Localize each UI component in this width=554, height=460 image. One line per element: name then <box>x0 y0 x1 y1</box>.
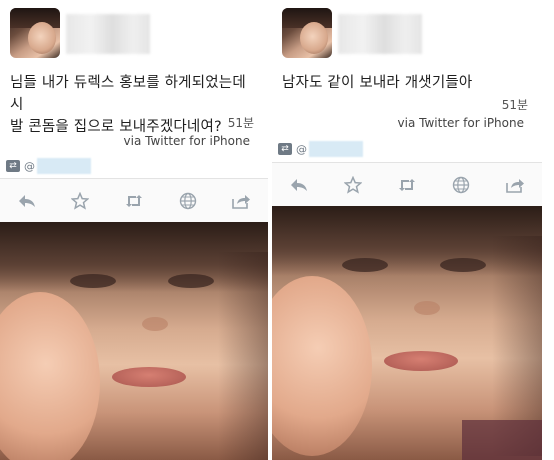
share-icon[interactable] <box>501 171 529 199</box>
photo-shadow <box>218 252 268 460</box>
avatar-face <box>300 22 328 54</box>
retweet-badge-icon: ⇄ <box>6 160 20 172</box>
photo-nose <box>142 317 168 331</box>
globe-icon[interactable] <box>174 187 202 215</box>
tweet-timestamp: 51분 <box>227 116 254 130</box>
reply-icon[interactable] <box>13 187 41 215</box>
avatar-face <box>28 22 56 54</box>
retweet-icon[interactable] <box>393 171 421 199</box>
tweet-panel-right: 남자도 같이 보내라 개샛기들아 51분 via Twitter for iPh… <box>272 0 542 460</box>
avatar[interactable] <box>10 8 60 58</box>
tweet-text-line-1: 님들 내가 듀렉스 홍보를 하게되었는데 시 <box>10 75 246 113</box>
share-icon[interactable] <box>227 187 255 215</box>
tweet-photo[interactable] <box>272 206 542 460</box>
retweet-info: ⇄ @ <box>6 157 91 175</box>
tweet-actions-bar <box>0 178 268 223</box>
tweet-text: 남자도 같이 보내라 개샛기들아 <box>282 72 532 94</box>
photo-eye-left <box>70 274 116 288</box>
photo-lips <box>112 367 186 387</box>
blurred-retweet-handle <box>309 141 363 157</box>
photo-eye-right <box>168 274 214 288</box>
tweet-text-line-1: 남자도 같이 보내라 개샛기들아 <box>282 75 473 91</box>
tweet-actions-bar <box>272 162 542 207</box>
tweet-photo[interactable] <box>0 222 268 460</box>
tweet-source[interactable]: via Twitter for iPhone <box>398 116 524 130</box>
blurred-retweet-handle <box>37 158 91 174</box>
tweet-text: 님들 내가 듀렉스 홍보를 하게되었는데 시 발 콘돔을 집으로 보내주겠다네여… <box>10 72 260 138</box>
retweet-badge-icon: ⇄ <box>278 143 292 155</box>
reply-icon[interactable] <box>285 171 313 199</box>
photo-scarf <box>462 420 542 460</box>
photo-nose <box>414 301 440 315</box>
photo-eye-right <box>440 258 486 272</box>
star-icon[interactable] <box>66 187 94 215</box>
tweet-source[interactable]: via Twitter for iPhone <box>124 134 250 148</box>
photo-hand <box>0 292 100 460</box>
tweet-timestamp: 51분 <box>501 98 528 112</box>
avatar[interactable] <box>282 8 332 58</box>
photo-hand <box>272 276 372 456</box>
globe-icon[interactable] <box>447 171 475 199</box>
photo-lips <box>384 351 458 371</box>
tweet-panel-left: 님들 내가 듀렉스 홍보를 하게되었는데 시 발 콘돔을 집으로 보내주겠다네여… <box>0 0 268 460</box>
star-icon[interactable] <box>339 171 367 199</box>
retweet-at-sign: @ <box>296 142 307 156</box>
screenshot-collage: 님들 내가 듀렉스 홍보를 하게되었는데 시 발 콘돔을 집으로 보내주겠다네여… <box>0 0 554 460</box>
blurred-username <box>338 14 422 54</box>
blurred-username <box>66 14 150 54</box>
retweet-icon[interactable] <box>120 187 148 215</box>
retweet-info: ⇄ @ <box>278 140 363 158</box>
retweet-at-sign: @ <box>24 159 35 173</box>
photo-eye-left <box>342 258 388 272</box>
